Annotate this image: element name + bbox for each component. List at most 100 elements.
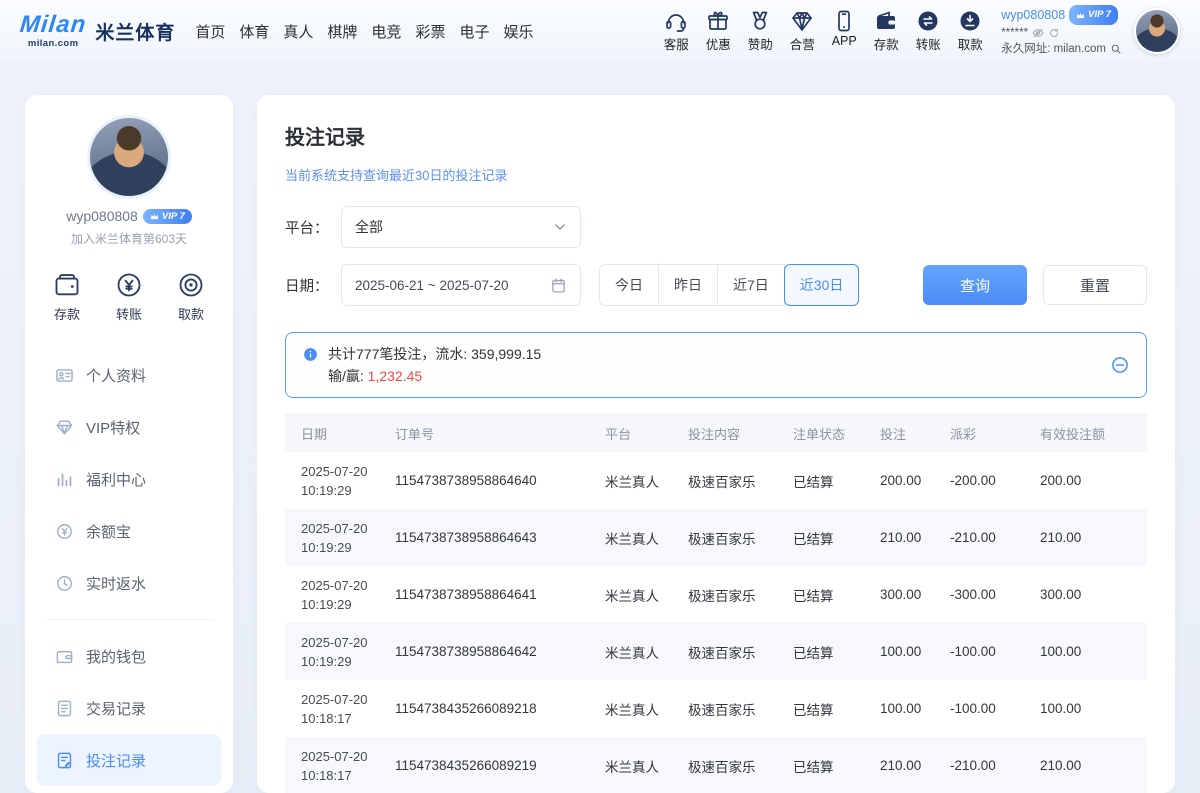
topbar-action-support[interactable]: 客服 <box>655 9 697 53</box>
cell-order-status: 已结算 <box>793 642 880 662</box>
sidebar-item-yuebao[interactable]: 余额宝 <box>37 505 221 557</box>
cell-date: 2025-07-2010:18:17 <box>301 690 395 728</box>
page-subtitle: 当前系统支持查询最近30日的投注记录 <box>285 165 1147 184</box>
topbar-action-app[interactable]: APP <box>823 9 865 53</box>
sidebar-item-label: 余额宝 <box>86 521 131 542</box>
search-icon[interactable] <box>1110 43 1122 55</box>
nav-item-home[interactable]: 首页 <box>195 21 225 42</box>
nav-item-entertainment[interactable]: 娱乐 <box>503 21 533 42</box>
date-range-input[interactable]: 2025-06-21 ~ 2025-07-20 <box>341 264 581 306</box>
cell-bet-amount: 100.00 <box>880 701 950 716</box>
sidebar-item-wallet[interactable]: 我的钱包 <box>37 630 221 682</box>
bar-chart-icon <box>55 470 74 489</box>
cell-platform: 米兰真人 <box>605 471 688 491</box>
content: wyp080808 VIP 7 加入米兰体育第603天 存款 <box>0 62 1200 793</box>
sidebar-quick-actions: 存款 转账 取款 <box>25 271 233 323</box>
date-filter-row: 日期： 2025-06-21 ~ 2025-07-20 今日 昨日 近7日 近3… <box>285 264 1147 306</box>
nav-item-lottery[interactable]: 彩票 <box>415 21 445 42</box>
sidebar-item-transactions[interactable]: 交易记录 <box>37 682 221 734</box>
eye-off-icon[interactable] <box>1032 27 1044 39</box>
target-icon <box>177 271 205 299</box>
sidebar-username: wyp080808 <box>66 208 138 224</box>
sidebar-withdraw-button[interactable]: 取款 <box>177 271 205 323</box>
sidebar-quick-label: 取款 <box>178 304 204 323</box>
topbar-action-sponsor[interactable]: 赞助 <box>739 9 781 53</box>
table-row: 2025-07-2010:19:291154738738958864640米兰真… <box>285 452 1147 509</box>
cell-bet-amount: 100.00 <box>880 644 950 659</box>
header-order-number: 订单号 <box>395 424 605 443</box>
refresh-icon[interactable] <box>1048 27 1060 39</box>
platform-select[interactable]: 全部 <box>341 206 581 248</box>
sidebar-item-vip[interactable]: VIP特权 <box>37 401 221 453</box>
page: Milan milan.com 米兰体育 首页 体育 真人 棋牌 电竞 彩票 电… <box>0 0 1200 793</box>
cell-payout: -100.00 <box>950 644 1040 659</box>
username[interactable]: wyp080808 <box>1001 7 1065 23</box>
topbar-action-promotions[interactable]: 优惠 <box>697 9 739 53</box>
sidebar-item-bet-records[interactable]: 投注记录 <box>37 734 221 786</box>
cell-payout: -210.00 <box>950 758 1040 773</box>
diamond-icon <box>790 9 814 33</box>
phone-icon <box>832 9 856 33</box>
sidebar-item-label: 福利中心 <box>86 469 146 490</box>
nav-item-slots[interactable]: 电子 <box>459 21 489 42</box>
table-row: 2025-07-2010:18:171154738435266089218米兰真… <box>285 680 1147 737</box>
topbar-action-label: APP <box>832 34 857 48</box>
sidebar-item-label: 我的钱包 <box>86 646 146 667</box>
bet-table-header: 日期 订单号 平台 投注内容 注单状态 投注 派彩 有效投注额 <box>285 414 1147 452</box>
cell-date: 2025-07-2010:19:29 <box>301 633 395 671</box>
topbar-action-label: 客服 <box>664 34 689 53</box>
cell-order-number: 1154738738958864640 <box>395 473 605 488</box>
cell-valid-bet: 100.00 <box>1040 701 1147 716</box>
cell-date: 2025-07-2010:18:17 <box>301 747 395 785</box>
nav-item-esports[interactable]: 电竞 <box>371 21 401 42</box>
topbar-action-transfer[interactable]: 转账 <box>907 9 949 53</box>
topbar-action-deposit[interactable]: 存款 <box>865 9 907 53</box>
nav-item-card-games[interactable]: 棋牌 <box>327 21 357 42</box>
topbar-action-label: 赞助 <box>748 34 773 53</box>
quick-date-7days[interactable]: 近7日 <box>717 264 785 306</box>
sidebar-item-label: 投注记录 <box>86 750 146 771</box>
quick-date-30days[interactable]: 近30日 <box>784 264 860 306</box>
cell-bet-content: 极速百家乐 <box>688 471 793 491</box>
vip-badge: VIP 7 <box>1069 5 1118 25</box>
cell-order-number: 1154738738958864641 <box>395 587 605 602</box>
sidebar: wyp080808 VIP 7 加入米兰体育第603天 存款 <box>25 95 233 793</box>
main-nav: 首页 体育 真人 棋牌 电竞 彩票 电子 娱乐 <box>195 21 533 42</box>
nav-item-sports[interactable]: 体育 <box>239 21 269 42</box>
summary-banner: 共计777笔投注，流水: 359,999.15 输/赢: 1,232.45 <box>285 332 1147 398</box>
sidebar-transfer-button[interactable]: 转账 <box>115 271 143 323</box>
clock-icon <box>55 574 74 593</box>
cell-order-status: 已结算 <box>793 699 880 719</box>
crown-icon <box>150 212 159 221</box>
crown-icon <box>1076 11 1085 20</box>
nav-item-live-casino[interactable]: 真人 <box>283 21 313 42</box>
reset-button[interactable]: 重置 <box>1043 265 1147 305</box>
cell-order-status: 已结算 <box>793 471 880 491</box>
wallet-icon <box>53 271 81 299</box>
sidebar-item-welfare[interactable]: 福利中心 <box>37 453 221 505</box>
cell-date: 2025-07-2010:19:29 <box>301 462 395 500</box>
quick-date-yesterday[interactable]: 昨日 <box>658 264 718 306</box>
quick-date-today[interactable]: 今日 <box>599 264 659 306</box>
cell-bet-amount: 200.00 <box>880 473 950 488</box>
gift-icon <box>706 9 730 33</box>
avatar[interactable] <box>1134 8 1180 54</box>
cell-bet-amount: 210.00 <box>880 758 950 773</box>
sidebar-item-label: 交易记录 <box>86 698 146 719</box>
sidebar-menu: 个人资料 VIP特权 福利中心 余额宝 实时返水 <box>25 349 233 786</box>
topbar-action-label: 存款 <box>874 34 899 53</box>
collapse-icon[interactable] <box>1110 355 1130 375</box>
cell-bet-content: 极速百家乐 <box>688 585 793 605</box>
sidebar-deposit-button[interactable]: 存款 <box>53 271 81 323</box>
topbar-action-partnership[interactable]: 合营 <box>781 9 823 53</box>
topbar-action-withdraw[interactable]: 取款 <box>949 9 991 53</box>
cell-order-number: 1154738435266089219 <box>395 758 605 773</box>
summary-totals: 共计777笔投注，流水: 359,999.15 <box>328 343 541 365</box>
gem-icon <box>55 418 74 437</box>
sidebar-item-profile[interactable]: 个人资料 <box>37 349 221 401</box>
avatar <box>87 115 171 199</box>
brand-logo[interactable]: Milan milan.com 米兰体育 <box>20 13 175 49</box>
cell-date: 2025-07-2010:19:29 <box>301 519 395 557</box>
search-button[interactable]: 查询 <box>923 265 1027 305</box>
sidebar-item-rebate[interactable]: 实时返水 <box>37 557 221 609</box>
